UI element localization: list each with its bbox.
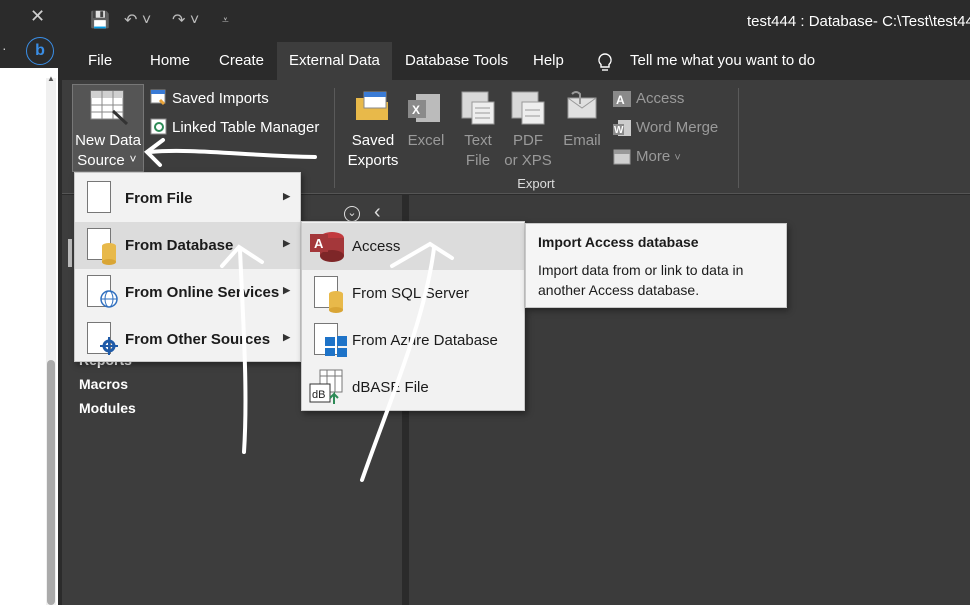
submenu-item-dbase-file[interactable]: dB dBASE File	[302, 364, 524, 411]
submenu-item-label: dBASE File	[352, 379, 429, 396]
tell-me-search[interactable]: Tell me what you want to do	[630, 42, 815, 80]
tab-create[interactable]: Create	[219, 42, 264, 80]
tab-home[interactable]: Home	[150, 42, 190, 80]
nav-item-modules[interactable]: Modules	[79, 400, 136, 416]
ribbon-separator	[334, 88, 335, 188]
access-export-icon: A	[613, 91, 631, 107]
gear-icon	[100, 337, 118, 355]
nav-item-macros[interactable]: Macros	[79, 376, 128, 392]
email-export-button[interactable]: Email	[556, 131, 608, 151]
new-data-source-button[interactable]: New Data Source ˅	[72, 84, 144, 172]
menu-item-from-database[interactable]: From Database ▶	[75, 222, 300, 269]
saved-imports-icon	[150, 89, 166, 106]
pdf-icon	[511, 91, 545, 125]
submenu-arrow-icon: ▶	[283, 238, 290, 248]
submenu-item-access[interactable]: A Access	[302, 223, 524, 270]
access-export-button[interactable]: Access	[636, 90, 684, 107]
more-export-icon	[613, 149, 631, 165]
submenu-item-label: Access	[352, 238, 401, 255]
access-icon: A	[310, 232, 344, 262]
tooltip-title: Import Access database	[538, 234, 699, 250]
submenu-arrow-icon: ▶	[283, 191, 290, 201]
tab-file[interactable]: File	[88, 42, 112, 80]
submenu-item-label: From SQL Server	[352, 285, 469, 302]
word-merge-button[interactable]: Word Merge	[636, 119, 718, 136]
window-title: test444 : Database- C:\Test\test44	[747, 13, 970, 30]
dbase-icon: dB	[309, 369, 343, 404]
nav-dropdown-icon[interactable]: ⌄	[344, 206, 360, 222]
chevron-down-icon: ˅	[674, 152, 681, 164]
database-cylinder-icon	[102, 243, 116, 265]
linked-table-manager-icon	[150, 118, 167, 135]
menu-item-from-file[interactable]: From File ▶	[75, 175, 300, 222]
export-group-label: Export	[517, 176, 555, 191]
scrollbar-thumb[interactable]	[47, 360, 55, 605]
globe-icon	[100, 290, 118, 308]
menu-item-label: From Database	[125, 237, 234, 254]
submenu-arrow-icon: ▶	[283, 285, 290, 295]
tab-external-data[interactable]: External Data	[277, 42, 392, 80]
pdf-export-button[interactable]: PDF	[502, 131, 554, 151]
dot-icon: ·	[2, 40, 7, 56]
svg-text:X: X	[412, 103, 420, 117]
saved-exports-icon	[356, 91, 388, 120]
redo-icon[interactable]: ↷ ˅	[172, 10, 199, 30]
text-file-icon	[461, 91, 495, 125]
submenu-item-azure-database[interactable]: From Azure Database	[302, 317, 524, 364]
database-submenu: A Access From SQL Server From Azure Data…	[301, 221, 525, 411]
saved-imports-button[interactable]: Saved Imports	[172, 90, 269, 107]
excel-export-button[interactable]: Excel	[400, 131, 452, 151]
more-export-button[interactable]: More ˅	[636, 148, 681, 165]
scroll-up-icon[interactable]: ▲	[46, 74, 56, 83]
text-file-export-button[interactable]: Text	[454, 131, 502, 151]
ribbon-separator	[738, 88, 739, 188]
tab-database-tools[interactable]: Database Tools	[405, 42, 508, 80]
undo-icon[interactable]: ↶ ˅	[124, 10, 151, 30]
submenu-arrow-icon: ▶	[283, 332, 290, 342]
menu-item-from-online-services[interactable]: From Online Services ▶	[75, 269, 300, 316]
saved-exports-label-2: Exports	[347, 152, 399, 169]
text-file-label-2: File	[465, 152, 491, 169]
submenu-item-sql-server[interactable]: From SQL Server	[302, 270, 524, 317]
tab-help[interactable]: Help	[533, 42, 564, 80]
new-data-source-label: New Data	[75, 132, 141, 149]
new-data-source-icon	[90, 90, 129, 125]
svg-text:W: W	[614, 125, 624, 136]
excel-icon: X	[408, 94, 440, 122]
new-data-source-label-2: Source	[77, 152, 125, 169]
email-icon	[567, 91, 597, 119]
customize-toolbar-icon[interactable]: ⩡	[222, 13, 229, 28]
saved-exports-button[interactable]: Saved	[342, 131, 404, 151]
menu-item-label: From Other Sources	[125, 331, 271, 348]
file-icon	[87, 181, 111, 213]
svg-text:A: A	[314, 236, 324, 251]
submenu-item-label: From Azure Database	[352, 332, 498, 349]
svg-text:A: A	[616, 93, 625, 107]
pdf-label-2: or XPS	[504, 152, 552, 169]
menu-item-label: From Online Services	[125, 284, 280, 301]
nav-selection-marker	[68, 239, 72, 267]
save-icon[interactable]: 💾	[90, 10, 110, 30]
word-merge-icon: W	[613, 120, 631, 136]
chevron-down-icon: ˅	[129, 152, 137, 166]
ribbon-tabs: File Home Create External Data Database …	[62, 42, 970, 80]
close-icon[interactable]: ✕	[30, 6, 45, 27]
lightbulb-icon	[598, 53, 612, 71]
azure-icon	[325, 336, 347, 357]
more-label: More	[636, 148, 671, 165]
tooltip-body: Import data from or link to data in anot…	[538, 262, 744, 298]
svg-text:dB: dB	[312, 389, 325, 401]
menu-item-label: From File	[125, 190, 193, 207]
bing-icon[interactable]: b	[26, 37, 54, 65]
menu-item-from-other-sources[interactable]: From Other Sources ▶	[75, 316, 300, 363]
access-import-tooltip: Import Access database Import data from …	[525, 223, 787, 308]
sql-server-icon	[329, 291, 343, 313]
new-data-source-menu: From File ▶ From Database ▶ From Online …	[74, 172, 301, 362]
title-bar: 💾 ↶ ˅ ↷ ˅ ⩡ test444 : Database- C:\Test\…	[62, 0, 970, 42]
linked-table-manager-button[interactable]: Linked Table Manager	[172, 119, 319, 136]
